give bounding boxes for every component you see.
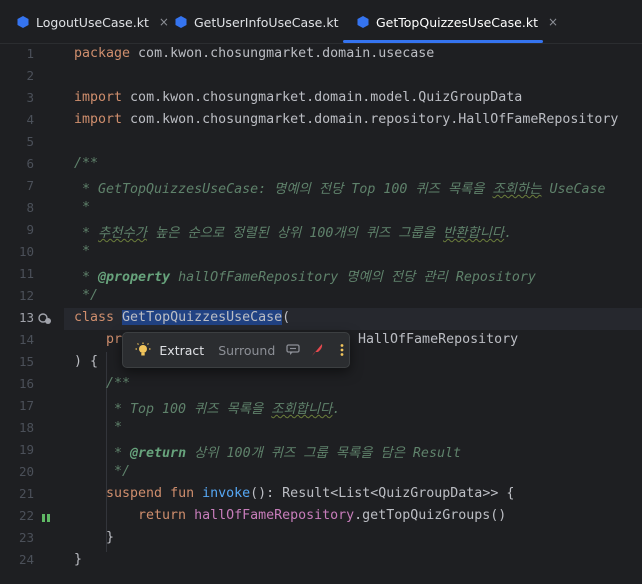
- code-line-20: */: [106, 464, 131, 479]
- code-line-7: * GetTopQuizzesUseCase: 명예의 전당 Top 100 퀴…: [74, 182, 606, 197]
- surround-action[interactable]: Surround: [218, 343, 275, 358]
- line-number: 22: [18, 508, 34, 523]
- lightbulb-icon[interactable]: [135, 341, 151, 359]
- code-line-22: return hallOfFameRepository.getTopQuizGr…: [138, 508, 507, 523]
- line-number: 23: [18, 530, 34, 545]
- code-line-19: * @return 상위 100개 퀴즈 그룹 목록을 담은 Result: [106, 446, 461, 461]
- kotlin-file-icon: [17, 16, 29, 28]
- code-line-4: import com.kwon.chosungmarket.domain.rep…: [74, 112, 619, 127]
- code-line-12: */: [74, 288, 99, 303]
- line-number: 9: [26, 222, 34, 237]
- line-number: 2: [26, 68, 34, 83]
- code-line-10: *: [74, 244, 91, 259]
- tab-getuserinfo-usecase[interactable]: GetUserInfoUseCase.kt: [174, 0, 338, 44]
- code-line-14-start: pr: [106, 332, 123, 347]
- line-number: 13: [18, 310, 34, 325]
- selected-text: GetTopQuizzesUseCase: [122, 310, 283, 325]
- code-line-8: *: [74, 200, 91, 215]
- code-line-21: suspend fun invoke(): Result<List<QuizGr…: [106, 486, 515, 501]
- line-number: 1: [26, 46, 34, 61]
- line-number: 21: [18, 486, 34, 501]
- tab-label: GetUserInfoUseCase.kt: [194, 14, 339, 30]
- tab-label: LogoutUseCase.kt: [36, 14, 149, 30]
- line-number: 8: [26, 200, 34, 215]
- active-tab-indicator: [343, 40, 543, 43]
- line-number: 4: [26, 112, 34, 127]
- line-number: 15: [18, 354, 34, 369]
- line-number: 19: [18, 442, 34, 457]
- line-number: 7: [26, 178, 34, 193]
- code-line-3: import com.kwon.chosungmarket.domain.mod…: [74, 90, 523, 105]
- tab-logout-usecase[interactable]: LogoutUseCase.kt ×: [16, 0, 169, 44]
- code-line-6: /**: [74, 156, 99, 171]
- extract-action[interactable]: Extract: [159, 343, 204, 358]
- tab-gettopquizzes-usecase[interactable]: GetTopQuizzesUseCase.kt ×: [356, 0, 558, 44]
- line-number: 14: [18, 332, 34, 347]
- debug-breakpoint-icon[interactable]: [40, 512, 52, 524]
- editor-tab-bar: LogoutUseCase.kt × GetUserInfoUseCase.kt…: [0, 0, 642, 44]
- line-number: 3: [26, 90, 34, 105]
- code-editor[interactable]: 1 2 3 4 5 6 7 8 9 10 11 12 13 14 15 16 1…: [0, 44, 642, 584]
- code-line-16: /**: [106, 376, 131, 391]
- tab-label: GetTopQuizzesUseCase.kt: [376, 14, 538, 30]
- line-number: 16: [18, 376, 34, 391]
- close-icon[interactable]: ×: [548, 15, 558, 29]
- line-number: 24: [18, 552, 34, 567]
- code-line-11: * @property hallOfFameRepository 명예의 전당 …: [74, 270, 536, 285]
- code-line-24: }: [74, 552, 83, 567]
- line-number: 20: [18, 464, 34, 479]
- kotlin-file-icon: [357, 16, 369, 28]
- code-line-9: * 추천수가 높은 순으로 정렬된 상위 100개의 퀴즈 그룹을 반환합니다.: [74, 226, 513, 241]
- code-line-18: *: [106, 420, 123, 435]
- line-number: 12: [18, 288, 34, 303]
- kotlin-file-icon: [175, 16, 187, 28]
- line-number: 18: [18, 420, 34, 435]
- implemented-icon[interactable]: [38, 312, 52, 326]
- intention-actions-popup: Extract Surround: [122, 332, 350, 368]
- code-line-14-end: y: HallOfFameRepository: [334, 332, 519, 347]
- line-number: 17: [18, 398, 34, 413]
- comment-icon[interactable]: [285, 342, 300, 358]
- more-vertical-icon[interactable]: [334, 342, 349, 358]
- line-number: 6: [26, 156, 34, 171]
- close-icon[interactable]: ×: [159, 15, 169, 29]
- feather-icon[interactable]: [310, 342, 325, 358]
- code-line-1: package com.kwon.chosungmarket.domain.us…: [74, 46, 435, 61]
- line-number: 5: [26, 134, 34, 149]
- code-line-23: }: [106, 530, 115, 545]
- code-line-17: * Top 100 퀴즈 목록을 조회합니다.: [106, 402, 341, 417]
- code-line-13: class GetTopQuizzesUseCase(: [74, 310, 291, 325]
- code-line-15: ) {: [74, 354, 99, 369]
- line-number: 10: [18, 244, 34, 259]
- line-number: 11: [18, 266, 34, 281]
